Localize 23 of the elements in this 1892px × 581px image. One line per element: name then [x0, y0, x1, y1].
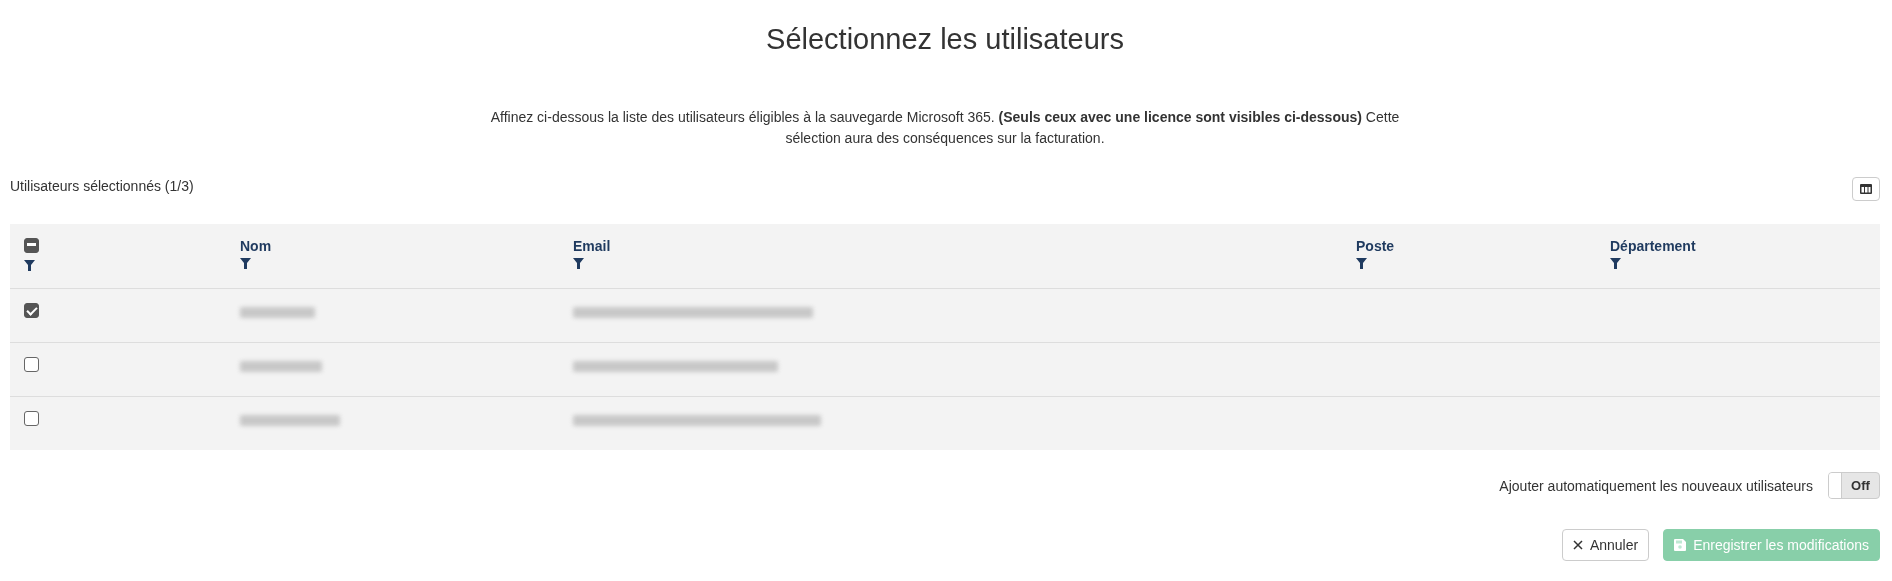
cancel-button[interactable]: Annuler [1561, 529, 1650, 561]
filter-icon[interactable] [24, 260, 35, 271]
select-all-checkbox[interactable] [24, 238, 39, 253]
column-header[interactable]: Email [573, 238, 1356, 254]
row-checkbox[interactable] [24, 303, 39, 318]
page-title: Sélectionnez les utilisateurs [765, 22, 1125, 56]
column-header[interactable]: Département [1610, 238, 1880, 254]
save-icon [1674, 539, 1687, 551]
filter-icon[interactable] [1356, 258, 1367, 269]
auto-add-label: Ajouter automatiquement les nouveaux utilisateurs [1499, 477, 1813, 494]
filter-icon[interactable] [1610, 258, 1621, 269]
row-checkbox[interactable] [24, 357, 39, 372]
description-text: Affinez ci-dessous la liste des utilisateurs éligibles à la sauvegarde Microsoft 365. (Seuls ceux avec une licence sont visibles ci-dessous) Cette sélection aura des conséquences sur la facturation. [489, 108, 1401, 148]
close-icon [1572, 540, 1583, 550]
row-checkbox[interactable] [24, 411, 39, 426]
filter-icon[interactable] [240, 258, 251, 269]
filter-icon[interactable] [573, 258, 584, 269]
column-header[interactable]: Nom [240, 238, 573, 254]
selection-count: Utilisateurs sélectionnés (1/3) [10, 177, 194, 194]
columns-icon [1860, 184, 1872, 194]
column-header[interactable]: Poste [1356, 238, 1610, 254]
columns-button[interactable] [1852, 177, 1880, 201]
auto-add-toggle[interactable]: Off [1828, 472, 1880, 499]
